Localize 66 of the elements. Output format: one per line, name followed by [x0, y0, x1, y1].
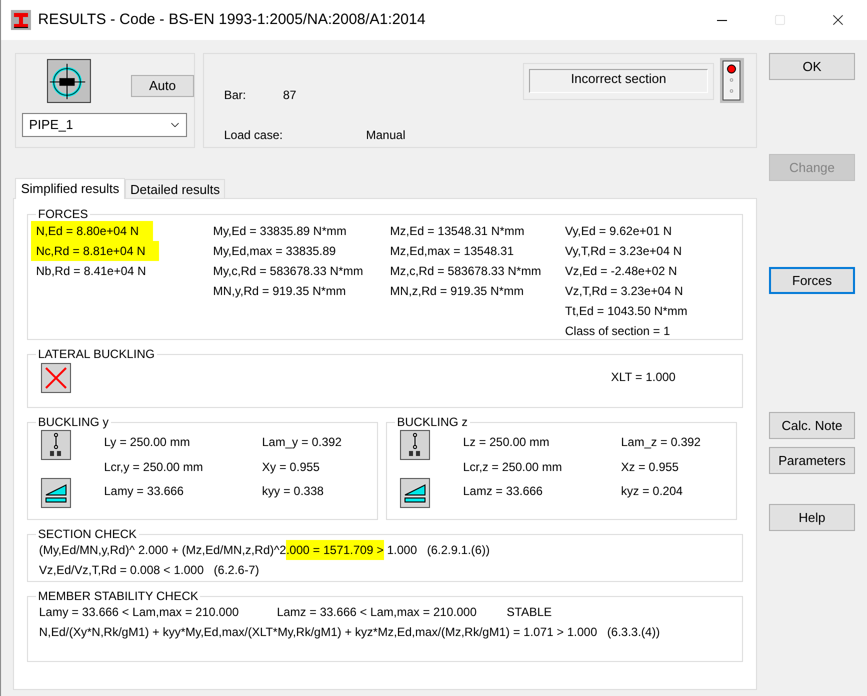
- force-value: Vz,T,Rd = 3.23e+04 N: [565, 283, 684, 300]
- load-case-value: Manual: [366, 127, 406, 144]
- length-icon[interactable]: [400, 430, 430, 460]
- buckling-value: Xy = 0.955: [262, 458, 321, 476]
- force-value: My,Ed,max = 33835.89: [213, 243, 336, 260]
- force-value: My,Ed = 33835.89 N*mm: [213, 223, 347, 240]
- buckling-value: Lcr,z = 250.00 mm: [463, 458, 564, 476]
- force-value: Vy,Ed = 9.62e+01 N: [565, 223, 672, 240]
- buckling-value: Lamz = 33.666: [463, 483, 544, 500]
- buckling-value: kyy = 0.338: [262, 483, 325, 500]
- tab[interactable]: Detailed results: [125, 179, 225, 198]
- auto-button[interactable]: Auto: [130, 74, 194, 96]
- stability-formula: N,Ed/(Xy*N,Rk/gM1) + kyy*My,Ed,max/(XLT*My,Rk/gM1) + kyz*Mz,Ed,max/(Mz,Rk/gM1) = 1.071 > 1.000 (6.3.3.(4)): [39, 624, 660, 641]
- dialog-button[interactable]: Forces: [769, 267, 855, 294]
- buckling-value: Lam_z = 0.392: [621, 434, 701, 451]
- buckling-value: Lz = 250.00 mm: [463, 434, 550, 451]
- window-title: RESULTS - Code - BS-EN 1993-1:2005/NA:2008/A1:2014: [38, 10, 426, 30]
- dialog-button[interactable]: Help: [769, 504, 855, 531]
- stability-formula: STABLE: [506, 604, 552, 621]
- buckling-value: Lcr,y = 250.00 mm: [104, 458, 204, 476]
- force-value: Nc,Rd = 8.81e+04 N: [31, 241, 160, 261]
- maximize-icon: [774, 14, 786, 26]
- force-value: Tt,Ed = 1043.50 N*mm: [565, 303, 688, 320]
- force-value: Mz,c,Rd = 583678.33 N*mm: [390, 263, 542, 280]
- dialog-button[interactable]: OK: [769, 53, 855, 80]
- force-value: Vy,T,Rd = 3.23e+04 N: [565, 243, 682, 260]
- cross-icon[interactable]: [41, 363, 71, 393]
- buckling-value: Ly = 250.00 mm: [104, 434, 191, 451]
- force-value: MN,y,Rd = 919.35 N*mm: [213, 283, 346, 300]
- force-value: Mz,Ed,max = 13548.31: [390, 243, 514, 260]
- force-value: Class of section = 1: [565, 323, 670, 340]
- xlt-value: XLT = 1.000: [611, 369, 676, 386]
- group-title: LATERAL BUCKLING: [37, 348, 156, 360]
- group-title: BUCKLING y: [37, 416, 110, 428]
- force-value: My,c,Rd = 583678.33 N*mm: [213, 263, 364, 280]
- stability-formula: Lamy = 33.666 < Lam,max = 210.000: [39, 604, 239, 621]
- force-value: N,Ed = 8.80e+04 N: [31, 221, 153, 241]
- slenderness-icon[interactable]: [41, 478, 71, 508]
- force-value: Nb,Rd = 8.41e+04 N: [36, 263, 146, 280]
- status-field: Incorrect section: [529, 69, 708, 93]
- pipe-section-icon[interactable]: [47, 58, 91, 104]
- profile-dropdown[interactable]: PIPE_1: [22, 113, 187, 137]
- buckling-value: Lam_y = 0.392: [262, 434, 342, 451]
- bar-label: Bar:: [224, 87, 248, 104]
- force-value: Vz,Ed = -2.48e+02 N: [565, 263, 678, 280]
- force-value: MN,z,Rd = 919.35 N*mm: [390, 283, 524, 300]
- app-icon: [11, 10, 31, 30]
- length-icon[interactable]: [41, 430, 71, 460]
- group-title: BUCKLING z: [396, 416, 469, 428]
- group-title: FORCES: [37, 208, 90, 220]
- tab[interactable]: Simplified results: [15, 178, 126, 199]
- check-formula: (My,Ed/MN,y,Rd)^ 2.000 + (Mz,Ed/MN,z,Rd)^2.000 = 1571.709 > 1.000 (6.2.9.1.(6)): [39, 540, 490, 560]
- dialog-button[interactable]: Parameters: [769, 447, 855, 474]
- stability-formula: Lamz = 33.666 < Lam,max = 210.000: [276, 604, 477, 621]
- traffic-light-housing: [720, 58, 744, 103]
- group-title: MEMBER STABILITY CHECK: [37, 590, 200, 602]
- buckling-value: kyz = 0.204: [621, 483, 684, 500]
- bar-value: 87: [283, 87, 296, 104]
- buckling-value: Lamy = 33.666: [104, 483, 185, 500]
- group-title: SECTION CHECK: [37, 528, 138, 540]
- check-formula: Vz,Ed/Vz,T,Rd = 0.008 < 1.000 (6.2.6-7): [39, 562, 260, 579]
- buckling-value: Xz = 0.955: [621, 458, 680, 476]
- force-value: Mz,Ed = 13548.31 N*mm: [390, 223, 524, 240]
- load-case-label: Load case:: [224, 127, 284, 144]
- dialog-button[interactable]: Calc. Note: [769, 412, 855, 439]
- slenderness-icon[interactable]: [400, 478, 430, 508]
